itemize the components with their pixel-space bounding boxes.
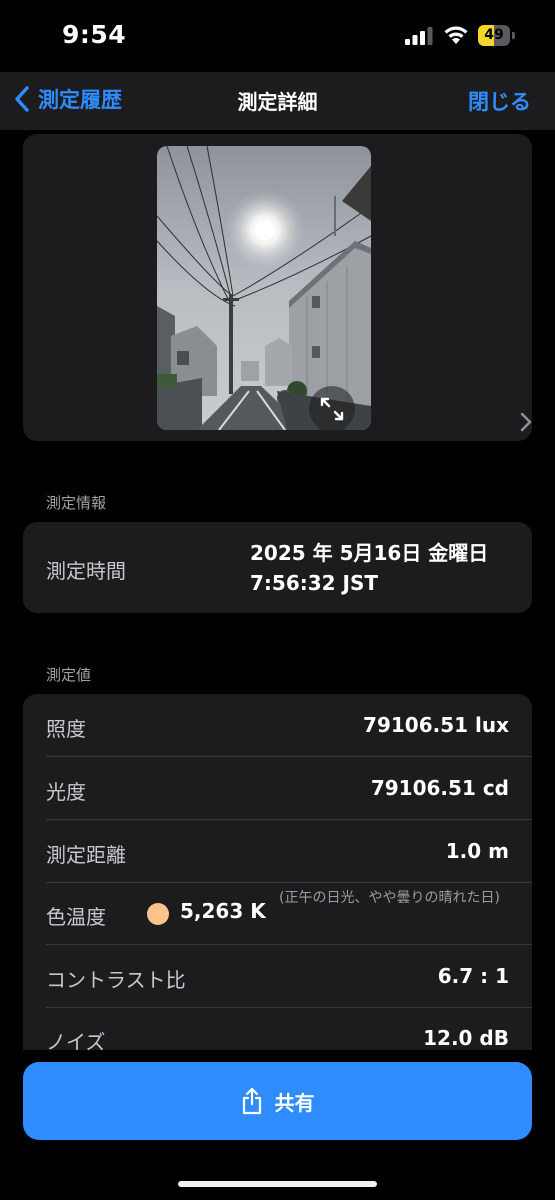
expand-button[interactable] — [309, 386, 355, 430]
section-header-values: 測定値 — [46, 666, 92, 684]
measurement-time-label: 測定時間 — [46, 559, 126, 583]
info-card: 測定時間 2025 年 5月16日 金曜日 7:56:32 JST — [23, 522, 532, 613]
values-card: 照度 79106.51 lux 光度 79106.51 cd 測定距離 1.0 … — [23, 694, 532, 1050]
section-header-info: 測定情報 — [46, 494, 107, 512]
row-value: 1.0 m — [445, 839, 509, 863]
chevron-right-icon[interactable] — [519, 410, 533, 434]
row-value: 79106.51 cd — [370, 776, 509, 800]
photo-card — [23, 134, 532, 441]
row-label: 色温度 — [46, 905, 106, 929]
color-temperature-note: (正午の日光、やや曇りの晴れた日) — [279, 890, 500, 906]
home-indicator — [178, 1181, 377, 1187]
value-row-luminous-intensity: 光度 79106.51 cd — [23, 757, 532, 819]
row-label: 測定距離 — [46, 843, 126, 867]
status-bar: 9:54 49 — [0, 0, 555, 72]
expand-arrows-icon — [320, 397, 344, 421]
share-button-label: 共有 — [274, 1090, 315, 1115]
measurement-photo[interactable] — [157, 146, 371, 430]
wifi-icon — [444, 26, 468, 44]
color-temperature-value: 5,263 K — [180, 899, 266, 923]
row-value: 12.0 dB — [423, 1026, 509, 1050]
value-row-noise: ノイズ 12.0 dB — [23, 1008, 532, 1050]
navigation-bar: 測定履歴 測定詳細 閉じる — [0, 72, 555, 130]
measurement-clock: 7:56:32 JST — [250, 571, 379, 595]
share-button[interactable]: 共有 — [23, 1062, 532, 1140]
value-row-distance: 測定距離 1.0 m — [23, 820, 532, 882]
row-label: 照度 — [46, 717, 86, 741]
close-button[interactable]: 閉じる — [468, 86, 531, 116]
row-label: コントラスト比 — [46, 968, 186, 992]
measurement-date: 2025 年 5月16日 金曜日 — [250, 541, 489, 565]
color-swatch — [147, 903, 169, 925]
row-label: ノイズ — [46, 1030, 106, 1050]
cellular-signal-icon — [405, 27, 433, 45]
row-value: 79106.51 lux — [363, 713, 509, 737]
battery-icon: 49 — [478, 25, 516, 47]
share-icon — [242, 1087, 261, 1115]
value-row-color-temperature: 色温度 5,263 K (正午の日光、やや曇りの晴れた日) — [23, 883, 532, 944]
row-value: 6.7 : 1 — [437, 964, 509, 988]
measurement-time-value: 2025 年 5月16日 金曜日 7:56:32 JST — [250, 538, 488, 598]
battery-percent: 49 — [484, 27, 504, 43]
value-row-contrast: コントラスト比 6.7 : 1 — [23, 945, 532, 1007]
status-time: 9:54 — [62, 20, 127, 49]
row-label: 光度 — [46, 780, 86, 804]
value-row-illuminance: 照度 79106.51 lux — [23, 694, 532, 757]
